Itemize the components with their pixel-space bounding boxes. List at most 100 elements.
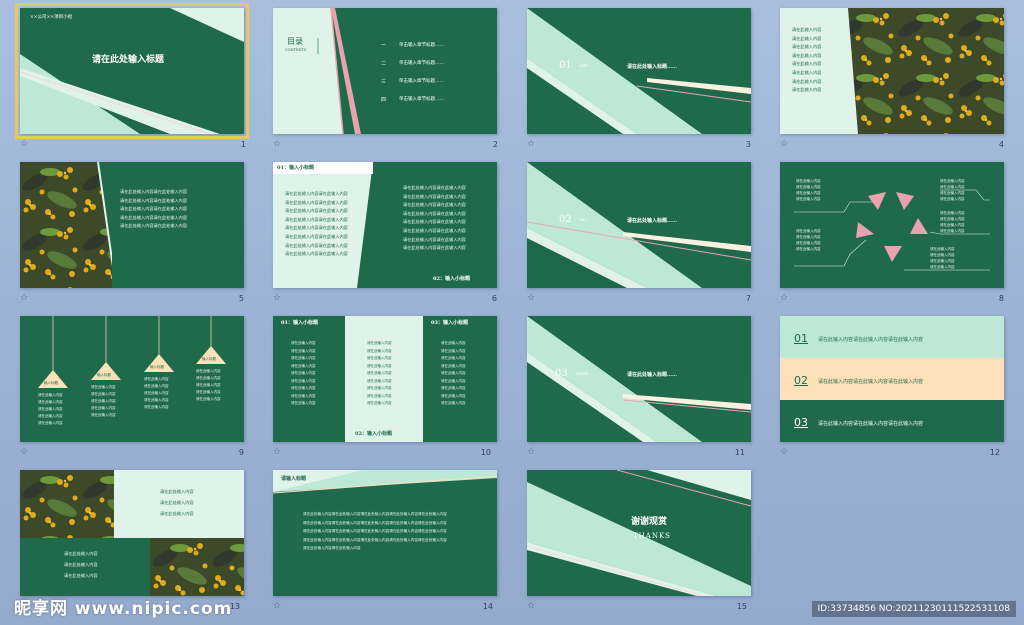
title-placeholder[interactable]: 请在此处输入标题 — [92, 52, 164, 65]
flower-photo — [20, 162, 112, 288]
thanks-en: THANKS — [633, 532, 671, 540]
toc-item-1[interactable]: 单击输入章节标题…… — [399, 42, 444, 48]
star-icon[interactable]: ☆ — [527, 601, 535, 611]
sub-title-02[interactable]: 02：输入小标题 — [433, 275, 470, 282]
section-title[interactable]: 请在此处输入标题…… — [627, 217, 677, 224]
slide-number: 7 — [745, 294, 751, 303]
section-number: 01 — [559, 60, 572, 71]
slide-thumbnail-9[interactable]: 输入标题 输入标题 输入标题 输入标题 请在此输入内容 请在此输入内容 请在此输… — [20, 316, 244, 442]
content-text[interactable]: 请在此处输入内容请在此处输入内容 请在此处输入内容请在此处输入内容 请在此处输入… — [120, 188, 187, 231]
slide-thumbnail-8[interactable]: 请在此输入内容 请在此输入内容 请在此输入内容 请在此输入内容 请在此输入内容 … — [780, 162, 1004, 288]
slide-thumbnail-11[interactable]: 03 THREE 请在此处输入标题…… — [527, 316, 751, 442]
sub-title-01[interactable]: 01：输入小标题 — [281, 319, 318, 326]
content-text[interactable]: 请在此输入内容 请在此输入内容 请在此输入内容 请在此输入内容 请在此输入内容 — [196, 368, 221, 403]
row-2-number: 02 — [794, 374, 808, 387]
section-number: 02 — [559, 214, 572, 225]
section-title[interactable]: 请在此处输入标题…… — [627, 63, 677, 70]
star-icon[interactable]: ☆ — [20, 447, 28, 457]
toc-item-1-num: 一 — [381, 43, 387, 49]
star-icon[interactable]: ☆ — [527, 447, 535, 457]
slide-number: 10 — [480, 448, 491, 457]
slide-thumbnail-7[interactable]: 02 TWO 请在此处输入标题…… — [527, 162, 751, 288]
star-icon[interactable]: ☆ — [273, 293, 281, 303]
toc-subtitle: CONTENTS — [285, 48, 307, 52]
flower-photo — [150, 538, 244, 596]
star-icon[interactable]: ☆ — [527, 139, 535, 149]
star-icon[interactable]: ☆ — [780, 139, 788, 149]
toc-item-2[interactable]: 单击输入章节标题…… — [399, 60, 444, 66]
content-text[interactable]: 请在此处输入内容请在此输入内容 请在此处输入内容请在此输入内容 请在此处输入内容… — [403, 184, 466, 253]
toc-item-4[interactable]: 单击输入章节标题…… — [399, 96, 444, 102]
sub-title-02[interactable]: 02：输入小标题 — [355, 430, 392, 437]
slide-thumbnail-13[interactable]: 请在此处输入内容 请在此处输入内容 请在此处输入内容 请在此处输入内容 请在此处… — [20, 470, 244, 596]
star-icon[interactable]: ☆ — [527, 293, 535, 303]
slide-thumbnail-12[interactable]: 01 请在此输入内容请在此输入内容请在此输入内容 02 请在此输入内容请在此输入… — [780, 316, 1004, 442]
slide-number: 5 — [238, 294, 244, 303]
slide-number: 6 — [491, 294, 497, 303]
content-text[interactable]: 请在此输入内容 请在此输入内容 请在此输入内容 请在此输入内容 — [940, 178, 965, 202]
slide-thumbnail-10[interactable]: 01：输入小标题 03：输入小标题 请在此输入内容 请在此输入内容 请在此输入内… — [273, 316, 497, 442]
content-text[interactable]: 请在此处输入内容请在此处输入内容请在此处输入内容请在此处输入内容请在此处输入内容… — [303, 510, 447, 553]
slide-1-background — [20, 8, 244, 134]
star-icon[interactable]: ☆ — [273, 601, 281, 611]
content-text[interactable]: 请在此输入内容 请在此输入内容 请在此输入内容 请在此输入内容 请在此输入内容 — [144, 376, 169, 411]
slide-7-background — [527, 162, 751, 288]
slide-number: 3 — [745, 140, 751, 149]
slide-thumbnail-6[interactable]: 01：输入小标题 请在此处输入内容请在此输入内容 请在此处输入内容请在此输入内容… — [273, 162, 497, 288]
slide-number: 2 — [492, 140, 498, 149]
section-title[interactable]: 请在此处输入标题…… — [627, 371, 677, 378]
content-text[interactable]: 请在此输入内容 请在此输入内容 请在此输入内容 请在此输入内容 请在此输入内容 … — [291, 340, 316, 408]
row-1-text[interactable]: 请在此输入内容请在此输入内容请在此输入内容 — [818, 336, 923, 343]
star-icon[interactable]: ☆ — [780, 447, 788, 457]
row-1-number: 01 — [794, 332, 808, 345]
star-icon[interactable]: ☆ — [780, 293, 788, 303]
slide-thumbnail-1[interactable]: ××公司××项目小组 请在此处输入标题 — [15, 3, 249, 139]
slide-thumbnail-14[interactable]: 请输入标题 请在此处输入内容请在此处输入内容请在此处输入内容请在此处输入内容请在… — [273, 470, 497, 596]
star-icon[interactable]: ☆ — [273, 139, 281, 149]
toc-item-4-num: 四 — [381, 97, 387, 103]
slide-number: 14 — [482, 602, 493, 611]
slide-thumbnail-15[interactable]: 谢谢观赏 THANKS — [527, 470, 751, 596]
slide-thumbnail-4[interactable]: 请在此输入内容 请在此输入内容 请在此输入内容 请在此输入内容 请在此输入内容 … — [780, 8, 1004, 134]
slide-thumbnail-3[interactable]: 01 ONE 请在此处输入标题…… — [527, 8, 751, 134]
content-text[interactable]: 请在此输入内容 请在此输入内容 请在此输入内容 请在此输入内容 请在此输入内容 — [38, 392, 63, 427]
toc-title: 目录 — [287, 37, 303, 46]
sub-title-03[interactable]: 03：输入小标题 — [431, 319, 468, 326]
content-text[interactable]: 请在此输入内容 请在此输入内容 请在此输入内容 请在此输入内容 — [930, 246, 955, 270]
content-text[interactable]: 请在此输入内容 请在此输入内容 请在此输入内容 请在此输入内容 请在此输入内容 … — [441, 340, 466, 408]
star-icon[interactable]: ☆ — [273, 447, 281, 457]
content-text[interactable]: 请在此输入内容 请在此输入内容 请在此输入内容 请在此输入内容 — [940, 210, 965, 234]
content-text[interactable]: 请在此处输入内容 请在此处输入内容 请在此处输入内容 — [64, 548, 98, 581]
sub-title-01[interactable]: 01：输入小标题 — [277, 164, 314, 171]
section-number: 03 — [555, 368, 568, 379]
section-tag: ONE — [579, 64, 588, 68]
slide-number: 12 — [989, 448, 1000, 457]
slide-title[interactable]: 请输入标题 — [281, 475, 306, 482]
row-2-text[interactable]: 请在此输入内容请在此输入内容请在此输入内容 — [818, 378, 923, 385]
toc-item-3[interactable]: 单击输入章节标题…… — [399, 78, 444, 84]
thanks-cn: 谢谢观赏 — [631, 517, 668, 527]
row-3-text[interactable]: 请在此输入内容请在此输入内容请在此输入内容 — [818, 420, 923, 427]
slide-thumbnail-5[interactable]: 请在此处输入内容请在此处输入内容 请在此处输入内容请在此处输入内容 请在此处输入… — [20, 162, 244, 288]
star-icon[interactable]: ☆ — [20, 293, 28, 303]
slide-11-background — [527, 316, 751, 442]
company-line: ××公司××项目小组 — [30, 15, 73, 20]
sub-heading: 输入标题 — [202, 357, 216, 361]
section-tag: THREE — [575, 372, 589, 376]
content-text[interactable]: 请在此输入内容 请在此输入内容 请在此输入内容 请在此输入内容 请在此输入内容 — [91, 384, 116, 419]
content-text[interactable]: 请在此处输入内容 请在此处输入内容 请在此处输入内容 — [160, 486, 194, 519]
star-icon[interactable]: ☆ — [20, 139, 28, 149]
slide-3-background — [527, 8, 751, 134]
content-text[interactable]: 请在此输入内容 请在此输入内容 请在此输入内容 请在此输入内容 — [796, 178, 821, 202]
content-text[interactable]: 请在此处输入内容请在此输入内容 请在此处输入内容请在此输入内容 请在此处输入内容… — [285, 190, 348, 259]
image-id-badge: ID:33734856 NO:20211230111522531108 — [811, 601, 1016, 617]
slide-thumbnail-2[interactable]: 目录 CONTENTS 一 单击输入章节标题…… 二 单击输入章节标题…… 三 … — [273, 8, 497, 134]
slide-number: 11 — [734, 448, 745, 457]
content-text[interactable]: 请在此输入内容 请在此输入内容 请在此输入内容 请在此输入内容 — [796, 228, 821, 252]
content-text[interactable]: 请在此输入内容 请在此输入内容 请在此输入内容 请在此输入内容 请在此输入内容 … — [792, 26, 821, 95]
slide-2-background — [273, 8, 497, 134]
sub-heading: 输入标题 — [150, 365, 164, 369]
slide-number: 1 — [240, 140, 246, 149]
content-text[interactable]: 请在此输入内容 请在此输入内容 请在此输入内容 请在此输入内容 请在此输入内容 … — [367, 340, 392, 408]
slide-number: 8 — [998, 294, 1004, 303]
